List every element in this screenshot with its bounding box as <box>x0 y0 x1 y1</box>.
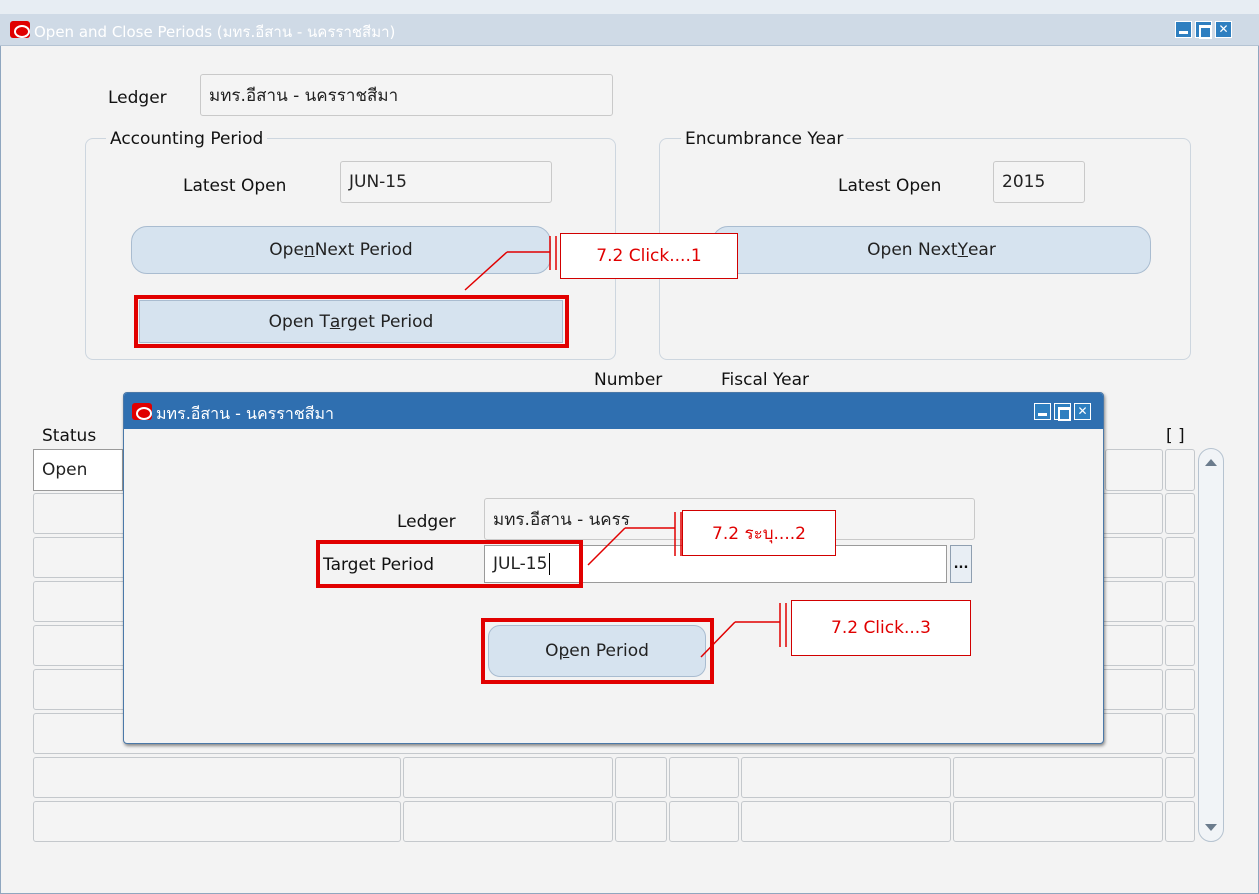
row-select-cell[interactable] <box>1165 757 1195 798</box>
dialog-ledger-label: Ledger <box>397 512 456 532</box>
table-cell[interactable] <box>33 757 401 798</box>
row-select-cell[interactable] <box>1165 581 1195 622</box>
latest-open-label: Latest Open <box>183 176 287 196</box>
open-next-period-label-key: n <box>303 240 315 260</box>
encumbrance-latest-open-label: Latest Open <box>838 176 942 196</box>
top-strip <box>0 0 1259 14</box>
latest-open-period-field[interactable]: JUN-15 <box>340 161 552 203</box>
scroll-down-icon[interactable] <box>1205 824 1217 831</box>
close-icon[interactable]: ✕ <box>1215 21 1232 38</box>
scroll-up-icon[interactable] <box>1205 459 1217 466</box>
highlight-open-period <box>481 618 714 684</box>
maximize-icon[interactable] <box>1195 21 1212 39</box>
dialog-maximize-icon[interactable] <box>1054 403 1071 421</box>
main-window-title: Open and Close Periods (มทร.อีสาน - นครร… <box>34 23 396 41</box>
oracle-logo-icon <box>10 21 30 38</box>
oracle-logo-icon <box>132 403 152 420</box>
open-next-year-label-key: Y <box>957 240 968 260</box>
row-select-cell[interactable] <box>1165 449 1195 491</box>
column-header-select: [ ] <box>1166 426 1185 446</box>
open-next-period-label-pre: Ope <box>269 240 304 260</box>
ledger-field[interactable]: มทร.อีสาน - นครราชสีมา <box>200 74 613 116</box>
table-cell[interactable] <box>615 757 667 798</box>
column-header-number: Number <box>594 370 663 390</box>
list-of-values-button[interactable]: ... <box>950 545 972 583</box>
table-cell[interactable] <box>669 801 739 842</box>
encumbrance-latest-open-field[interactable]: 2015 <box>993 161 1085 203</box>
highlight-open-target-period <box>134 295 569 348</box>
row-select-cell[interactable] <box>1165 537 1195 578</box>
encumbrance-year-legend: Encumbrance Year <box>681 129 848 149</box>
row-select-cell[interactable] <box>1165 493 1195 534</box>
callout-1-leader <box>464 236 557 291</box>
open-next-year-label-pre: Open Next <box>867 240 958 260</box>
dialog-close-icon[interactable]: ✕ <box>1074 403 1091 420</box>
row-select-cell[interactable] <box>1165 713 1195 754</box>
row-select-cell[interactable] <box>1165 625 1195 666</box>
row-select-cell[interactable] <box>1165 669 1195 710</box>
callout-2-leader <box>587 512 682 566</box>
callout-step-1: 7.2 Click....1 <box>560 233 738 279</box>
column-header-status: Status <box>42 426 97 446</box>
row-select-cell[interactable] <box>1165 801 1195 842</box>
table-cell[interactable] <box>741 757 951 798</box>
ledger-label: Ledger <box>108 88 167 108</box>
table-cell[interactable] <box>953 757 1163 798</box>
status-cell-open[interactable]: Open <box>33 449 123 491</box>
minimize-icon[interactable] <box>1175 21 1192 38</box>
open-next-period-label-post: Next Period <box>314 240 413 260</box>
dialog-minimize-icon[interactable] <box>1034 403 1051 420</box>
open-next-year-label-post: ear <box>967 240 996 260</box>
callout-step-3: 7.2 Click...3 <box>791 600 971 656</box>
vertical-scrollbar[interactable] <box>1198 448 1224 842</box>
table-cell[interactable] <box>741 801 951 842</box>
table-cell[interactable] <box>615 801 667 842</box>
table-cell[interactable] <box>403 757 613 798</box>
column-header-fiscal-year: Fiscal Year <box>721 370 810 390</box>
open-next-year-button[interactable]: Open Next Year <box>712 226 1151 274</box>
highlight-target-period <box>316 540 583 588</box>
dialog-title: มทร.อีสาน - นครราชสีมา <box>156 404 334 423</box>
table-cell[interactable] <box>953 801 1163 842</box>
callout-3-leader <box>700 603 787 658</box>
table-cell[interactable] <box>669 757 739 798</box>
accounting-period-legend: Accounting Period <box>106 129 268 149</box>
table-cell[interactable] <box>403 801 613 842</box>
callout-step-2: 7.2 ระบุ....2 <box>682 510 836 556</box>
table-cell[interactable] <box>1105 449 1163 491</box>
table-cell[interactable] <box>33 801 401 842</box>
